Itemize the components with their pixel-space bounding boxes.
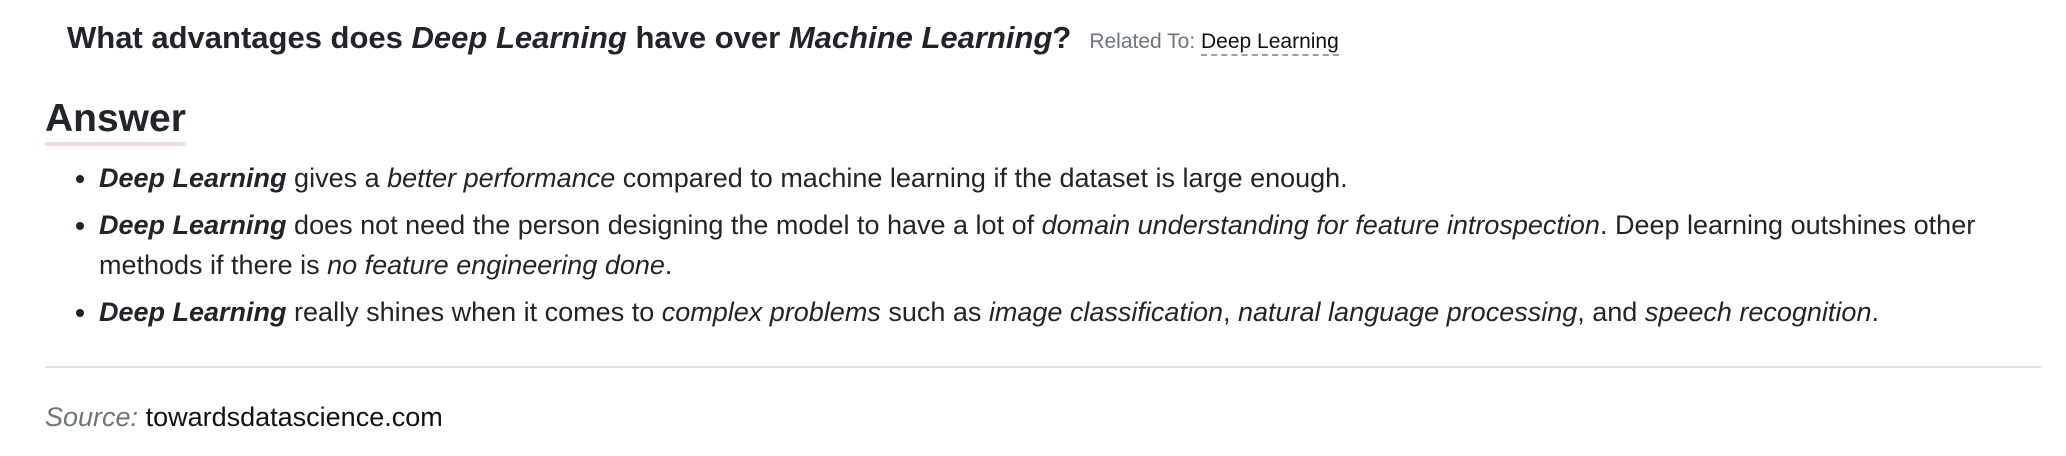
answer-item-text: . [664, 250, 673, 280]
answer-item-emphasis: image classification [988, 297, 1223, 327]
answer-item-text: , [1222, 297, 1238, 327]
answer-item-emphasis: no feature engineering done [327, 250, 665, 280]
answer-item-text: really shines when it comes to [286, 297, 662, 327]
question-prefix: What advantages does [67, 20, 412, 55]
answer-item-emphasis: complex problems [661, 297, 881, 327]
answer-list-item: Deep Learning does not need the person d… [99, 205, 2059, 285]
question-middle: have over [626, 20, 789, 55]
answer-item-text: , and [1577, 297, 1645, 327]
question-suffix: ? [1052, 20, 1072, 55]
answer-item-term: Deep Learning [99, 210, 287, 240]
answer-item-emphasis: speech recognition [1644, 297, 1872, 327]
question-header: What advantages does Deep Learning have … [67, 20, 1339, 56]
question-term-machine-learning: Machine Learning [788, 20, 1053, 55]
answer-heading: Answer [45, 96, 186, 146]
related-label: Related To: [1089, 30, 1202, 53]
source-label: Source: [45, 402, 139, 432]
answer-list-item: Deep Learning gives a better performance… [99, 158, 2059, 198]
related-topic-link[interactable]: Deep Learning [1201, 30, 1339, 56]
answer-item-text: such as [880, 297, 989, 327]
related-to: Related To: Deep Learning [1089, 30, 1339, 56]
answer-item-term: Deep Learning [99, 163, 287, 193]
answer-item-text: does not need the person designing the m… [286, 210, 1042, 240]
answer-item-emphasis: domain understanding for feature introsp… [1041, 210, 1600, 240]
source-line: Source: towardsdatascience.com [45, 402, 443, 433]
answer-item-text: compared to machine learning if the data… [615, 163, 1348, 193]
answer-item-text: . [1871, 297, 1879, 327]
answer-list-item: Deep Learning really shines when it come… [99, 292, 2059, 332]
answer-item-term: Deep Learning [99, 297, 287, 327]
question-title: What advantages does Deep Learning have … [67, 20, 1071, 56]
answer-item-text: gives a [286, 163, 388, 193]
divider [45, 366, 2041, 368]
answer-item-emphasis: better performance [387, 163, 616, 193]
question-term-deep-learning: Deep Learning [411, 20, 627, 55]
answer-item-emphasis: natural language processing [1238, 297, 1578, 327]
source-link[interactable]: towardsdatascience.com [146, 402, 443, 432]
answer-list: Deep Learning gives a better performance… [45, 158, 2059, 339]
